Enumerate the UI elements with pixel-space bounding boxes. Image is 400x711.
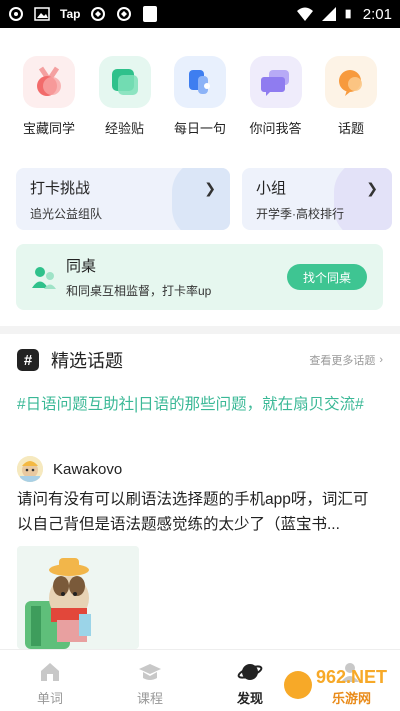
card-subtitle: 开学季·高校排行 (256, 207, 344, 221)
watermark: 962.NET 乐游网 (282, 661, 394, 709)
topic-hashtag-link[interactable]: #日语问题互助社|日语的那些问题，就在扇贝交流# (17, 393, 383, 417)
topic-bubble-icon (325, 56, 377, 108)
post-body[interactable]: 请问有没有可以刷语法选择题的手机app呀，词汇可以自己背但是语法题感觉练的太少了… (17, 487, 383, 537)
status-bar: Tap 2:01 (0, 0, 400, 28)
quick-item-qa[interactable]: 你问我答 (241, 56, 311, 137)
quick-actions-row: 宝藏同学 经验贴 每日一句 你问我答 话题 (14, 56, 386, 137)
chevron-right-icon: ❯ (366, 180, 378, 196)
card-title: 打卡挑战 (30, 180, 91, 197)
sync-icon (91, 7, 106, 21)
watermark-text: 962.NET (316, 667, 387, 687)
quick-item-label: 经验贴 (104, 121, 144, 136)
desk-mate-card[interactable]: 同桌 和同桌互相监督，打卡率up 找个同桌 (16, 244, 383, 310)
wifi-icon (296, 7, 313, 21)
note-icon (98, 56, 151, 108)
status-time: 2:01 (362, 5, 392, 23)
find-desk-mate-button[interactable]: 找个同桌 (287, 264, 367, 290)
quick-item-label: 宝藏同学 (22, 121, 75, 136)
group-card[interactable]: 小组 开学季·高校排行 ❯ (242, 168, 392, 230)
author-name: Kawakovo (53, 460, 123, 478)
nav-courses[interactable]: 课程 (100, 650, 200, 711)
watermark-subtext: 乐游网 (332, 691, 371, 707)
section-title: 精选话题 (51, 351, 123, 371)
quick-item-experience-posts[interactable]: 经验贴 (90, 56, 160, 137)
nav-label: 发现 (236, 691, 263, 706)
planet-icon (237, 664, 263, 680)
quick-item-topics[interactable]: 话题 (316, 56, 386, 137)
chevron-right-icon: ❯ (204, 180, 216, 196)
section-divider (0, 326, 400, 334)
desk-mate-title: 同桌 (66, 258, 97, 275)
chevron-right-icon: › (379, 354, 383, 366)
quick-item-label: 你问我答 (249, 121, 302, 136)
hash-icon: # (17, 349, 39, 371)
quote-icon (174, 56, 226, 108)
nav-label: 单词 (36, 691, 63, 706)
home-icon (41, 663, 59, 681)
desk-mate-text: 同桌 和同桌互相监督，打卡率up (66, 255, 287, 299)
quick-item-label: 话题 (337, 121, 364, 136)
post-author[interactable]: Kawakovo (17, 456, 122, 482)
chat-icon (249, 56, 302, 108)
people-icon (32, 267, 56, 289)
notification-square-icon (143, 6, 158, 22)
post-image[interactable] (17, 546, 139, 649)
quick-item-label: 每日一句 (173, 121, 226, 136)
feature-cards-row: 打卡挑战 追光公益组队 ❯ 小组 开学季·高校排行 ❯ (16, 168, 400, 230)
settings-icon (9, 7, 23, 21)
featured-topics-header: # 精选话题 查看更多话题 › (17, 346, 383, 374)
desk-mate-subtitle: 和同桌互相监督，打卡率up (66, 284, 212, 298)
card-title: 小组 (256, 180, 287, 197)
nav-label: 课程 (136, 691, 163, 706)
gallery-icon (34, 7, 50, 21)
nav-words[interactable]: 单词 (0, 650, 100, 711)
battery-icon (345, 9, 351, 19)
sync-icon-2 (117, 7, 132, 21)
more-topics-link[interactable]: 查看更多话题 › (309, 352, 383, 368)
signal-icon (321, 7, 336, 21)
more-topics-label: 查看更多话题 (309, 355, 376, 367)
medal-icon (23, 56, 75, 108)
carrier-label: Tap (60, 7, 81, 21)
quick-item-treasure-classmates[interactable]: 宝藏同学 (14, 56, 84, 137)
quick-item-daily-sentence[interactable]: 每日一句 (165, 56, 235, 137)
checkin-challenge-card[interactable]: 打卡挑战 追光公益组队 ❯ (16, 168, 230, 230)
graduation-cap-icon (139, 664, 161, 680)
card-subtitle: 追光公益组队 (30, 207, 103, 221)
avatar (17, 456, 43, 482)
